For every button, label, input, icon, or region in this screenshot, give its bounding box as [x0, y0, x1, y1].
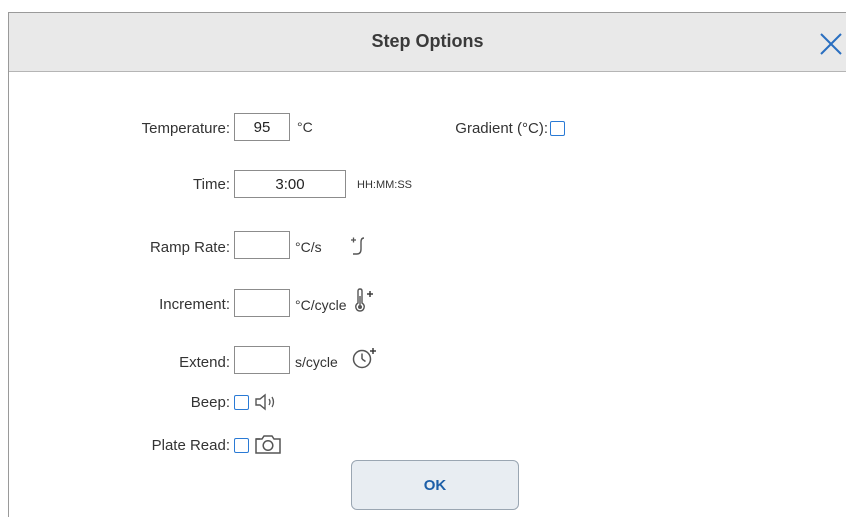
time-input[interactable] [234, 170, 346, 198]
increment-input[interactable] [234, 289, 290, 317]
close-icon[interactable] [816, 29, 846, 59]
thermometer-plus-icon [355, 288, 373, 312]
temperature-input[interactable] [234, 113, 290, 141]
extend-unit: s/cycle [295, 354, 338, 370]
gradient-checkbox[interactable] [550, 121, 565, 136]
ramp-rate-unit: °C/s [295, 239, 322, 255]
ramp-rate-input[interactable] [234, 231, 290, 259]
dialog-title: Step Options [371, 31, 484, 51]
increment-unit: °C/cycle [295, 297, 347, 313]
step-options-dialog: Step Options Temperature: °C Gradient (°… [8, 12, 846, 517]
time-label: Time: [193, 176, 230, 193]
increment-label: Increment: [159, 296, 230, 313]
extend-input[interactable] [234, 346, 290, 374]
beep-label: Beep: [190, 394, 230, 411]
time-format-hint: HH:MM:SS [357, 179, 412, 191]
ok-button[interactable]: OK [351, 460, 519, 510]
beep-checkbox[interactable] [234, 395, 249, 410]
plate-read-checkbox[interactable] [234, 438, 249, 453]
ramp-rate-label: Ramp Rate: [149, 239, 230, 256]
extend-label: Extend: [179, 354, 230, 371]
plate-read-label: Plate Read: [151, 437, 230, 454]
temperature-unit: °C [297, 119, 313, 135]
ramp-rate-icon [351, 237, 365, 255]
clock-plus-icon [352, 348, 376, 369]
gradient-label: Gradient (°C): [455, 120, 548, 137]
camera-icon [255, 435, 281, 454]
temperature-label: Temperature: [141, 120, 230, 137]
speaker-icon [255, 393, 275, 411]
title-bar: Step Options [9, 13, 846, 72]
